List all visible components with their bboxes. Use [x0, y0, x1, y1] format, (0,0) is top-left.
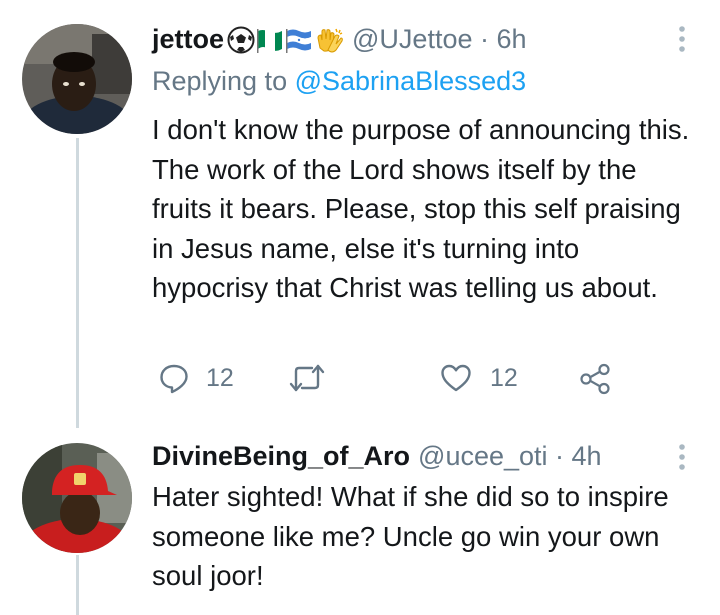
like-count: 12 [490, 363, 518, 392]
handle-and-time: @ucee_oti · 4h [418, 441, 602, 471]
share-button[interactable] [578, 362, 612, 396]
display-name[interactable]: DivineBeing_of_Aro [152, 441, 410, 472]
avatar[interactable] [22, 443, 132, 553]
soccer-ball-icon [227, 26, 255, 53]
mention-link[interactable]: @SabrinaBlessed3 [295, 66, 527, 96]
heart-icon [441, 364, 471, 392]
like-button[interactable]: 12 [440, 362, 518, 394]
tweet-text: Hater sighted! What if she did so to ins… [152, 481, 669, 591]
avatar-photo [22, 24, 132, 134]
avatar[interactable] [22, 24, 132, 134]
replying-to-label: Replying to [152, 66, 288, 96]
tweet-text: I don't know the purpose of announcing t… [152, 114, 690, 303]
retweet-icon [289, 364, 325, 392]
tweet-header: jettoe @UJettoe · 6h [152, 24, 527, 55]
retweet-button[interactable] [288, 362, 326, 394]
flag-honduras-icon [286, 28, 312, 53]
display-name[interactable]: jettoe [152, 24, 224, 55]
share-icon [580, 363, 610, 395]
reply-button[interactable]: 12 [158, 362, 234, 394]
reply-icon [160, 364, 188, 394]
tweet-header: DivineBeing_of_Aro @ucee_oti · 4h [152, 441, 602, 472]
more-options-icon[interactable] [678, 25, 686, 53]
replying-to: Replying to @SabrinaBlessed3 [152, 66, 526, 97]
avatar-photo [22, 443, 132, 553]
more-options-icon[interactable] [678, 443, 686, 471]
flag-nigeria-icon [257, 28, 283, 53]
thread-line [76, 138, 79, 428]
reply-count: 12 [206, 363, 234, 392]
thread-line [76, 555, 79, 615]
handle-and-time: @UJettoe · 6h [352, 24, 527, 54]
clapping-hands-icon [317, 28, 343, 52]
name-emojis [227, 26, 344, 54]
tweet-actions: 12 12 [158, 362, 628, 398]
